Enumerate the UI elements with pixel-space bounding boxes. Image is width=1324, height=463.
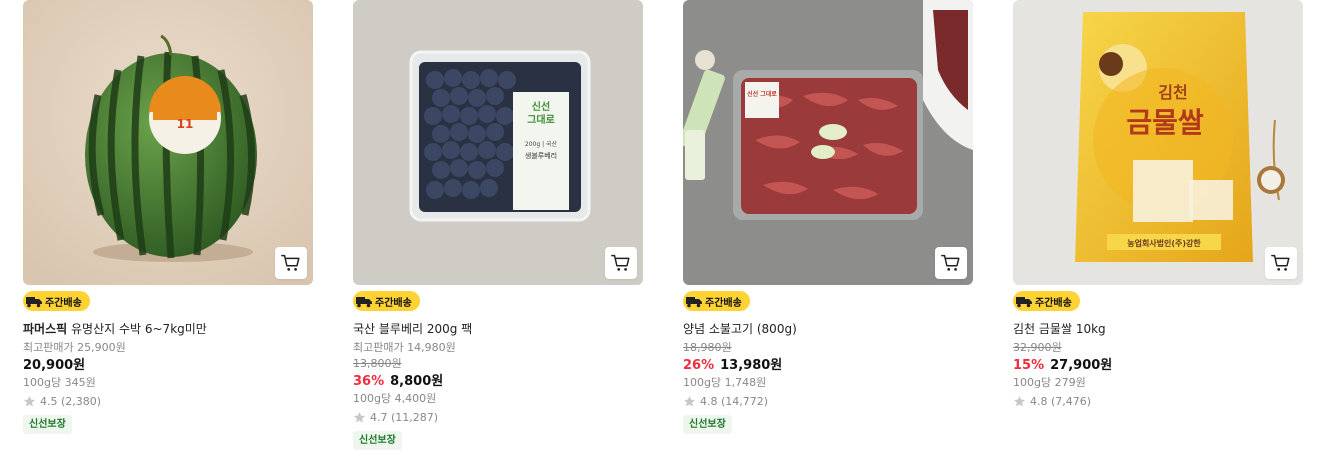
- svg-text:11: 11: [177, 117, 194, 131]
- truck-icon: [686, 297, 702, 308]
- max-price: 최고판매가 14,980원: [353, 341, 456, 354]
- discount-rate: 26%: [683, 358, 715, 373]
- bulgogi-photo: 신선 그대로: [683, 0, 973, 285]
- svg-text:신선: 신선: [532, 100, 550, 113]
- product-card[interactable]: 신선 그대로 주간배송 양념 소불고기 (800g) 18,980원 26% 13…: [683, 0, 973, 434]
- rating-text: 4.8 (7,476): [1030, 395, 1092, 408]
- rating: 4.7 (11,287): [353, 410, 643, 425]
- price-value: 20,900원: [23, 358, 86, 373]
- cart-icon: [611, 254, 630, 271]
- delivery-badge-label: 주간배송: [45, 297, 82, 309]
- price-value: 13,980원: [720, 358, 783, 373]
- add-to-cart-button[interactable]: [935, 247, 967, 279]
- svg-text:김천: 김천: [1158, 83, 1187, 102]
- product-card[interactable]: 김천 금물쌀 농업회사법인(주)강한 주간배송 김천 금물쌀 10kg 32,9…: [1013, 0, 1303, 409]
- product-image[interactable]: 신선 그대로 200g | 국산 생블루베리: [353, 0, 643, 285]
- product-image[interactable]: 김천 금물쌀 농업회사법인(주)강한: [1013, 0, 1303, 285]
- cart-icon: [1271, 254, 1290, 271]
- rating: 4.5 (2,380): [23, 394, 313, 409]
- product-image[interactable]: 11: [23, 0, 313, 285]
- delivery-badge-label: 주간배송: [705, 297, 742, 309]
- discount-rate: 36%: [353, 374, 385, 389]
- sale-price: 26% 13,980원: [683, 357, 973, 374]
- delivery-badge: 주간배송: [683, 291, 750, 311]
- sale-price: 36% 8,800원: [353, 373, 643, 390]
- sale-price: 20,900원: [23, 357, 313, 374]
- unit-price: 100g당 1,748원: [683, 376, 767, 389]
- truck-icon: [356, 297, 372, 308]
- watermelon-photo: 11: [23, 0, 313, 285]
- product-name: 양념 소불고기 (800g): [683, 322, 797, 336]
- delivery-badge-label: 주간배송: [1035, 297, 1072, 309]
- svg-text:생블루베리: 생블루베리: [525, 151, 557, 160]
- fresh-guarantee-tag: 신선보장: [683, 415, 732, 434]
- rating-text: 4.8 (14,772): [700, 395, 769, 408]
- discount-rate: 15%: [1013, 358, 1045, 373]
- original-price: 32,900원: [1013, 341, 1062, 354]
- fresh-guarantee-tag: 신선보장: [353, 431, 402, 450]
- star-icon: [1013, 396, 1026, 407]
- unit-price: 100g당 279원: [1013, 376, 1086, 389]
- original-price: 18,980원: [683, 341, 732, 354]
- svg-text:농업회사법인(주)강한: 농업회사법인(주)강한: [1127, 238, 1201, 248]
- star-icon: [353, 412, 366, 423]
- price-value: 27,900원: [1050, 358, 1113, 373]
- product-title[interactable]: 김천 금물쌀 10kg: [1013, 321, 1303, 337]
- product-image[interactable]: 신선 그대로: [683, 0, 973, 285]
- sale-price: 15% 27,900원: [1013, 357, 1303, 374]
- svg-text:그대로: 그대로: [527, 113, 555, 126]
- delivery-badge: 주간배송: [1013, 291, 1080, 311]
- cart-icon: [941, 254, 960, 271]
- product-name: 국산 블루베리 200g 팩: [353, 322, 473, 336]
- rating: 4.8 (14,772): [683, 394, 973, 409]
- max-price: 최고판매가 25,900원: [23, 341, 126, 354]
- add-to-cart-button[interactable]: [605, 247, 637, 279]
- product-grid: 11 주간배송 파머스픽 유명산지 수박 6~7kg미만 최고판매가 25,90…: [0, 0, 1324, 463]
- blueberry-photo: 신선 그대로 200g | 국산 생블루베리: [353, 0, 643, 285]
- delivery-badge: 주간배송: [23, 291, 90, 311]
- star-icon: [683, 396, 696, 407]
- product-title[interactable]: 양념 소불고기 (800g): [683, 321, 973, 337]
- add-to-cart-button[interactable]: [1265, 247, 1297, 279]
- svg-text:200g | 국산: 200g | 국산: [525, 140, 558, 148]
- truck-icon: [26, 297, 42, 308]
- add-to-cart-button[interactable]: [275, 247, 307, 279]
- product-card[interactable]: 신선 그대로 200g | 국산 생블루베리 주간배송 국산 블루베리 200g…: [353, 0, 643, 450]
- product-name: 유명산지 수박 6~7kg미만: [71, 322, 207, 336]
- rice-bag-photo: 김천 금물쌀 농업회사법인(주)강한: [1013, 0, 1303, 285]
- unit-price: 100g당 4,400원: [353, 392, 437, 405]
- rating-text: 4.7 (11,287): [370, 411, 439, 424]
- cart-icon: [281, 254, 300, 271]
- svg-text:금물쌀: 금물쌀: [1126, 106, 1204, 139]
- unit-price: 100g당 345원: [23, 376, 96, 389]
- delivery-badge-label: 주간배송: [375, 297, 412, 309]
- fresh-guarantee-tag: 신선보장: [23, 415, 72, 434]
- product-card[interactable]: 11 주간배송 파머스픽 유명산지 수박 6~7kg미만 최고판매가 25,90…: [23, 0, 313, 434]
- original-price: 13,800원: [353, 357, 402, 370]
- rating-text: 4.5 (2,380): [40, 395, 102, 408]
- delivery-badge: 주간배송: [353, 291, 420, 311]
- product-title[interactable]: 국산 블루베리 200g 팩: [353, 321, 643, 337]
- product-brand: 파머스픽: [23, 322, 68, 336]
- star-icon: [23, 396, 36, 407]
- product-name: 김천 금물쌀 10kg: [1013, 322, 1106, 336]
- svg-text:신선 그대로: 신선 그대로: [747, 90, 777, 98]
- truck-icon: [1016, 297, 1032, 308]
- price-value: 8,800원: [390, 374, 444, 389]
- rating: 4.8 (7,476): [1013, 394, 1303, 409]
- product-title[interactable]: 파머스픽 유명산지 수박 6~7kg미만: [23, 321, 313, 337]
